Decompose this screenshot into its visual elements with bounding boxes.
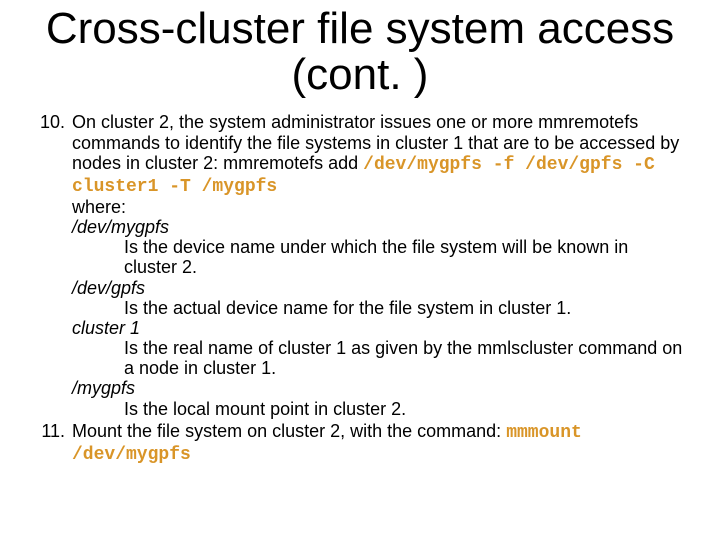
list-item-11: Mount the file system on cluster 2, with… [70,421,684,465]
def-term-cluster1: cluster 1 [72,318,684,338]
list-item-10: On cluster 2, the system administrator i… [70,112,684,418]
def-desc-mygpfs: Is the device name under which the file … [124,237,684,277]
page-title: Cross-cluster file system access (cont. … [36,6,684,98]
definition-list: /dev/mygpfs Is the device name under whi… [72,217,684,419]
def-desc-gpfs: Is the actual device name for the file s… [124,298,684,318]
def-desc-cluster1: Is the real name of cluster 1 as given b… [124,338,684,378]
def-term-mountpt: /mygpfs [72,378,684,398]
def-desc-mountpt: Is the local mount point in cluster 2. [124,399,684,419]
item10-where-label: where: [72,197,126,217]
def-term-gpfs: /dev/gpfs [72,278,684,298]
item11-text: Mount the file system on cluster 2, with… [72,421,506,441]
def-term-mygpfs: /dev/mygpfs [72,217,684,237]
slide: Cross-cluster file system access (cont. … [0,0,720,540]
instruction-list: On cluster 2, the system administrator i… [36,112,684,465]
